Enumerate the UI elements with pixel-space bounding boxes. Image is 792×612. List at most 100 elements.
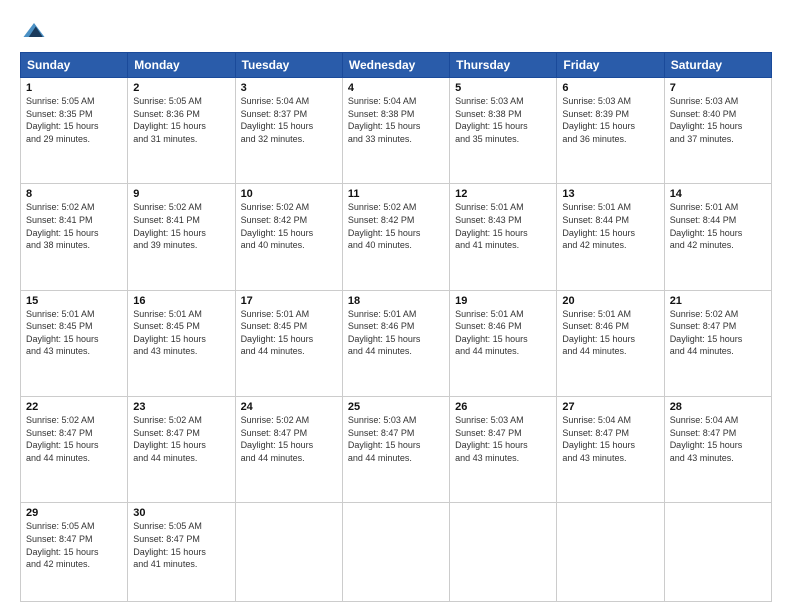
day-number: 30 <box>133 507 229 519</box>
calendar-table: SundayMondayTuesdayWednesdayThursdayFrid… <box>20 52 772 602</box>
day-number: 25 <box>348 401 444 413</box>
calendar-cell: 30Sunrise: 5:05 AM Sunset: 8:47 PM Dayli… <box>128 503 235 602</box>
day-info: Sunrise: 5:01 AM Sunset: 8:44 PM Dayligh… <box>670 201 766 251</box>
calendar-week-row: 22Sunrise: 5:02 AM Sunset: 8:47 PM Dayli… <box>21 396 772 502</box>
logo <box>20 16 52 44</box>
calendar-cell: 21Sunrise: 5:02 AM Sunset: 8:47 PM Dayli… <box>664 290 771 396</box>
day-info: Sunrise: 5:03 AM Sunset: 8:39 PM Dayligh… <box>562 95 658 145</box>
calendar-cell: 5Sunrise: 5:03 AM Sunset: 8:38 PM Daylig… <box>450 78 557 184</box>
day-info: Sunrise: 5:02 AM Sunset: 8:42 PM Dayligh… <box>241 201 337 251</box>
calendar-cell: 6Sunrise: 5:03 AM Sunset: 8:39 PM Daylig… <box>557 78 664 184</box>
day-info: Sunrise: 5:01 AM Sunset: 8:45 PM Dayligh… <box>26 308 122 358</box>
day-info: Sunrise: 5:02 AM Sunset: 8:47 PM Dayligh… <box>133 414 229 464</box>
day-info: Sunrise: 5:03 AM Sunset: 8:40 PM Dayligh… <box>670 95 766 145</box>
calendar-cell: 26Sunrise: 5:03 AM Sunset: 8:47 PM Dayli… <box>450 396 557 502</box>
calendar-day-header: Wednesday <box>342 53 449 78</box>
calendar-cell: 20Sunrise: 5:01 AM Sunset: 8:46 PM Dayli… <box>557 290 664 396</box>
day-number: 3 <box>241 82 337 94</box>
day-info: Sunrise: 5:01 AM Sunset: 8:44 PM Dayligh… <box>562 201 658 251</box>
day-info: Sunrise: 5:05 AM Sunset: 8:35 PM Dayligh… <box>26 95 122 145</box>
day-info: Sunrise: 5:01 AM Sunset: 8:46 PM Dayligh… <box>562 308 658 358</box>
day-info: Sunrise: 5:04 AM Sunset: 8:47 PM Dayligh… <box>670 414 766 464</box>
day-number: 27 <box>562 401 658 413</box>
calendar-cell: 16Sunrise: 5:01 AM Sunset: 8:45 PM Dayli… <box>128 290 235 396</box>
day-number: 18 <box>348 295 444 307</box>
calendar-cell: 18Sunrise: 5:01 AM Sunset: 8:46 PM Dayli… <box>342 290 449 396</box>
calendar-cell <box>664 503 771 602</box>
header <box>20 16 772 44</box>
day-info: Sunrise: 5:03 AM Sunset: 8:47 PM Dayligh… <box>455 414 551 464</box>
calendar-cell: 25Sunrise: 5:03 AM Sunset: 8:47 PM Dayli… <box>342 396 449 502</box>
calendar-cell: 22Sunrise: 5:02 AM Sunset: 8:47 PM Dayli… <box>21 396 128 502</box>
day-info: Sunrise: 5:05 AM Sunset: 8:47 PM Dayligh… <box>26 520 122 570</box>
calendar-day-header: Saturday <box>664 53 771 78</box>
calendar-cell: 15Sunrise: 5:01 AM Sunset: 8:45 PM Dayli… <box>21 290 128 396</box>
calendar-week-row: 15Sunrise: 5:01 AM Sunset: 8:45 PM Dayli… <box>21 290 772 396</box>
day-number: 7 <box>670 82 766 94</box>
calendar-cell: 13Sunrise: 5:01 AM Sunset: 8:44 PM Dayli… <box>557 184 664 290</box>
day-info: Sunrise: 5:01 AM Sunset: 8:45 PM Dayligh… <box>241 308 337 358</box>
day-info: Sunrise: 5:02 AM Sunset: 8:47 PM Dayligh… <box>670 308 766 358</box>
calendar-cell: 10Sunrise: 5:02 AM Sunset: 8:42 PM Dayli… <box>235 184 342 290</box>
day-info: Sunrise: 5:03 AM Sunset: 8:47 PM Dayligh… <box>348 414 444 464</box>
calendar-header-row: SundayMondayTuesdayWednesdayThursdayFrid… <box>21 53 772 78</box>
day-number: 15 <box>26 295 122 307</box>
calendar-cell: 1Sunrise: 5:05 AM Sunset: 8:35 PM Daylig… <box>21 78 128 184</box>
day-number: 22 <box>26 401 122 413</box>
day-info: Sunrise: 5:05 AM Sunset: 8:36 PM Dayligh… <box>133 95 229 145</box>
calendar-cell <box>557 503 664 602</box>
day-number: 1 <box>26 82 122 94</box>
day-number: 2 <box>133 82 229 94</box>
day-info: Sunrise: 5:01 AM Sunset: 8:46 PM Dayligh… <box>455 308 551 358</box>
day-info: Sunrise: 5:02 AM Sunset: 8:47 PM Dayligh… <box>26 414 122 464</box>
calendar-cell <box>450 503 557 602</box>
calendar-week-row: 1Sunrise: 5:05 AM Sunset: 8:35 PM Daylig… <box>21 78 772 184</box>
calendar-cell: 3Sunrise: 5:04 AM Sunset: 8:37 PM Daylig… <box>235 78 342 184</box>
day-info: Sunrise: 5:02 AM Sunset: 8:41 PM Dayligh… <box>26 201 122 251</box>
day-info: Sunrise: 5:01 AM Sunset: 8:43 PM Dayligh… <box>455 201 551 251</box>
day-number: 13 <box>562 188 658 200</box>
day-number: 14 <box>670 188 766 200</box>
day-number: 26 <box>455 401 551 413</box>
calendar-cell: 14Sunrise: 5:01 AM Sunset: 8:44 PM Dayli… <box>664 184 771 290</box>
calendar-cell: 19Sunrise: 5:01 AM Sunset: 8:46 PM Dayli… <box>450 290 557 396</box>
page: SundayMondayTuesdayWednesdayThursdayFrid… <box>0 0 792 612</box>
day-number: 23 <box>133 401 229 413</box>
logo-icon <box>20 16 48 44</box>
day-number: 29 <box>26 507 122 519</box>
day-number: 10 <box>241 188 337 200</box>
calendar-cell: 8Sunrise: 5:02 AM Sunset: 8:41 PM Daylig… <box>21 184 128 290</box>
calendar-cell: 9Sunrise: 5:02 AM Sunset: 8:41 PM Daylig… <box>128 184 235 290</box>
day-number: 28 <box>670 401 766 413</box>
calendar-day-header: Tuesday <box>235 53 342 78</box>
day-number: 12 <box>455 188 551 200</box>
calendar-day-header: Monday <box>128 53 235 78</box>
calendar-cell: 23Sunrise: 5:02 AM Sunset: 8:47 PM Dayli… <box>128 396 235 502</box>
day-info: Sunrise: 5:02 AM Sunset: 8:47 PM Dayligh… <box>241 414 337 464</box>
calendar-cell: 7Sunrise: 5:03 AM Sunset: 8:40 PM Daylig… <box>664 78 771 184</box>
calendar-cell: 24Sunrise: 5:02 AM Sunset: 8:47 PM Dayli… <box>235 396 342 502</box>
calendar-cell: 29Sunrise: 5:05 AM Sunset: 8:47 PM Dayli… <box>21 503 128 602</box>
day-number: 20 <box>562 295 658 307</box>
calendar-body: 1Sunrise: 5:05 AM Sunset: 8:35 PM Daylig… <box>21 78 772 602</box>
day-info: Sunrise: 5:04 AM Sunset: 8:38 PM Dayligh… <box>348 95 444 145</box>
calendar-week-row: 29Sunrise: 5:05 AM Sunset: 8:47 PM Dayli… <box>21 503 772 602</box>
day-number: 16 <box>133 295 229 307</box>
day-number: 6 <box>562 82 658 94</box>
day-info: Sunrise: 5:02 AM Sunset: 8:41 PM Dayligh… <box>133 201 229 251</box>
day-number: 21 <box>670 295 766 307</box>
day-number: 9 <box>133 188 229 200</box>
day-number: 4 <box>348 82 444 94</box>
day-info: Sunrise: 5:01 AM Sunset: 8:46 PM Dayligh… <box>348 308 444 358</box>
day-number: 8 <box>26 188 122 200</box>
calendar-day-header: Sunday <box>21 53 128 78</box>
calendar-day-header: Friday <box>557 53 664 78</box>
calendar-cell: 17Sunrise: 5:01 AM Sunset: 8:45 PM Dayli… <box>235 290 342 396</box>
calendar-cell: 28Sunrise: 5:04 AM Sunset: 8:47 PM Dayli… <box>664 396 771 502</box>
calendar-cell <box>235 503 342 602</box>
day-number: 24 <box>241 401 337 413</box>
calendar-cell: 11Sunrise: 5:02 AM Sunset: 8:42 PM Dayli… <box>342 184 449 290</box>
day-number: 5 <box>455 82 551 94</box>
day-info: Sunrise: 5:04 AM Sunset: 8:47 PM Dayligh… <box>562 414 658 464</box>
day-info: Sunrise: 5:02 AM Sunset: 8:42 PM Dayligh… <box>348 201 444 251</box>
